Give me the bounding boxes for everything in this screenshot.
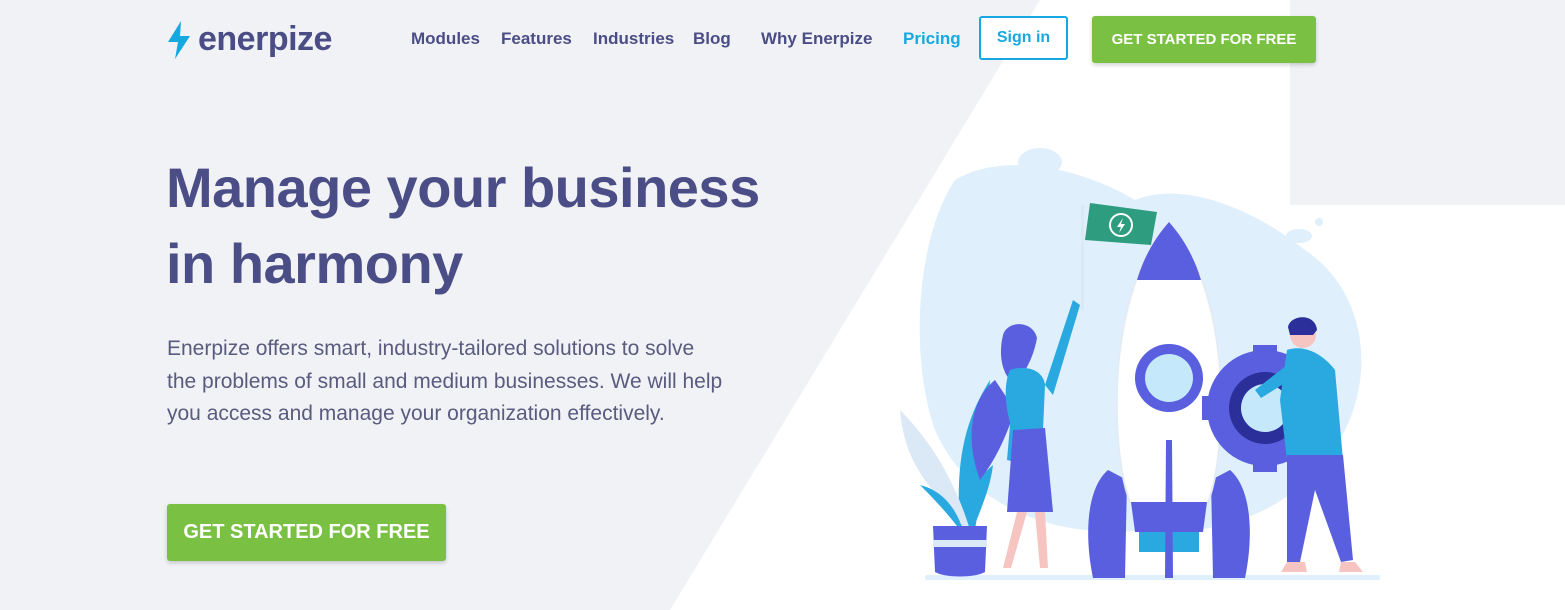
nav-link-industries[interactable]: Industries [593, 29, 674, 49]
hero-title-line-2: in harmony [166, 232, 463, 295]
hero-illustration [900, 148, 1380, 580]
hero-title: Manage your business in harmony [166, 150, 866, 302]
nav-get-started-button[interactable]: GET STARTED FOR FREE [1092, 16, 1316, 63]
nav-link-pricing[interactable]: Pricing [903, 29, 961, 49]
hero-description: Enerpize offers smart, industry-tailored… [167, 337, 723, 425]
top-navigation: enerpize Modules Features Industries Blo… [0, 0, 1565, 80]
nav-link-modules[interactable]: Modules [411, 29, 480, 49]
nav-link-features[interactable]: Features [501, 29, 572, 49]
brand-name: enerpize [198, 20, 332, 58]
nav-link-why-enerpize[interactable]: Why Enerpize [761, 29, 872, 49]
sign-in-button[interactable]: Sign in [979, 16, 1068, 60]
hero-title-line-1: Manage your business [166, 156, 760, 219]
nav-link-blog[interactable]: Blog [693, 29, 731, 49]
ground-line [925, 575, 1380, 580]
lightning-bolt-icon [168, 20, 190, 59]
brand-logo[interactable]: enerpize [166, 20, 332, 59]
hero-get-started-button[interactable]: GET STARTED FOR FREE [167, 504, 446, 561]
